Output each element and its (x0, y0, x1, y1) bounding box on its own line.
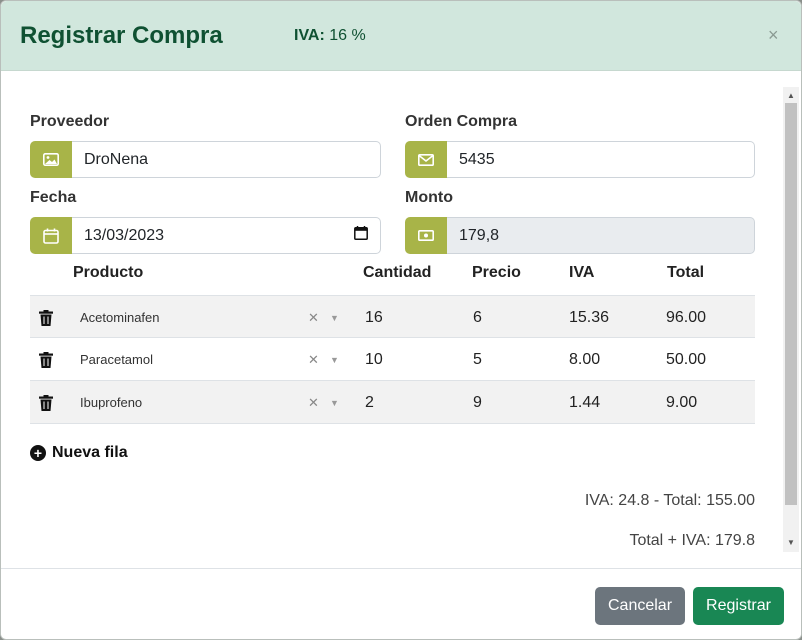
scrollbar[interactable]: ▲ ▼ (783, 87, 799, 552)
product-select-value[interactable]: Ibuprofeno (80, 381, 142, 424)
modal-footer: Cancelar Registrar (1, 568, 801, 639)
col-header-iva: IVA (569, 264, 595, 281)
register-button[interactable]: Registrar (693, 587, 784, 625)
monto-field: 179,8 (447, 217, 755, 254)
monto-input-group: 179,8 (405, 217, 755, 254)
trash-icon[interactable] (39, 381, 53, 424)
clear-selection-icon[interactable]: ✕ (308, 296, 319, 339)
iva-cell: 1.44 (569, 393, 601, 411)
iva-rate: IVA: 16 % (294, 27, 366, 45)
cantidad-cell[interactable]: 16 (365, 296, 383, 339)
orden-compra-label: Orden Compra (405, 113, 518, 130)
iva-rate-label: IVA: (294, 27, 325, 44)
cantidad-cell[interactable]: 2 (365, 381, 374, 424)
total-cell: 96.00 (666, 308, 707, 326)
col-header-cantidad: Cantidad (363, 264, 432, 281)
clear-selection-icon[interactable]: ✕ (308, 338, 319, 381)
iva-rate-value: 16 % (329, 27, 366, 44)
trash-icon[interactable] (39, 296, 53, 339)
cancel-button[interactable]: Cancelar (595, 587, 685, 625)
modal-header: Registrar Compra IVA: 16 % × (1, 1, 801, 71)
calendar-icon (30, 217, 72, 254)
product-select-value[interactable]: Acetominafen (80, 296, 160, 339)
proveedor-field[interactable]: DroNena (72, 141, 381, 178)
table-row: Acetominafen ✕ ▼ 16 6 15.36 96.00 (30, 295, 755, 338)
orden-compra-field[interactable]: 5435 (447, 141, 755, 178)
fecha-input-group: 13/03/2023 (30, 217, 381, 254)
close-button[interactable]: × (768, 26, 779, 44)
add-row-button[interactable]: + Nueva fila (30, 444, 128, 462)
plus-circle-icon: + (30, 445, 46, 461)
col-header-total: Total (667, 264, 705, 281)
monto-label: Monto (405, 189, 453, 206)
register-purchase-modal: Registrar Compra IVA: 16 % × Proveedor D… (0, 0, 802, 640)
trash-icon[interactable] (39, 338, 53, 381)
cash-icon (405, 217, 447, 254)
chevron-down-icon[interactable]: ▼ (330, 296, 339, 339)
iva-cell: 15.36 (569, 308, 610, 326)
scroll-up-arrow[interactable]: ▲ (783, 89, 799, 103)
iva-total-summary: IVA: 24.8 - Total: 155.00 (584, 492, 755, 509)
chevron-down-icon[interactable]: ▼ (330, 381, 339, 424)
col-header-producto: Producto (73, 264, 144, 281)
table-row: Paracetamol ✕ ▼ 10 5 8.00 50.00 (30, 338, 755, 381)
modal-title: Registrar Compra (20, 22, 223, 49)
product-select-value[interactable]: Paracetamol (80, 338, 153, 381)
precio-cell[interactable]: 5 (473, 338, 482, 381)
iva-cell: 8.00 (569, 350, 601, 368)
fecha-value: 13/03/2023 (84, 226, 165, 244)
clear-selection-icon[interactable]: ✕ (308, 381, 319, 424)
scroll-thumb[interactable] (785, 103, 797, 505)
total-cell: 50.00 (666, 350, 707, 368)
total-cell: 9.00 (666, 393, 698, 411)
date-picker-icon[interactable] (354, 226, 368, 245)
precio-cell[interactable]: 9 (473, 381, 482, 424)
grand-total-summary: Total + IVA: 179.8 (629, 532, 755, 549)
orden-compra-input-group: 5435 (405, 141, 755, 178)
fecha-field[interactable]: 13/03/2023 (72, 217, 381, 254)
precio-cell[interactable]: 6 (473, 296, 482, 339)
scroll-down-arrow[interactable]: ▼ (783, 536, 799, 550)
chevron-down-icon[interactable]: ▼ (330, 338, 339, 381)
image-icon (30, 141, 72, 178)
proveedor-label: Proveedor (30, 113, 110, 130)
cantidad-cell[interactable]: 10 (365, 338, 383, 381)
proveedor-input-group: DroNena (30, 141, 381, 178)
col-header-precio: Precio (472, 264, 521, 281)
table-row: Ibuprofeno ✕ ▼ 2 9 1.44 9.00 (30, 381, 755, 424)
modal-body: Proveedor DroNena Orden Compra 5435 Fech… (1, 71, 783, 568)
add-row-label: Nueva fila (52, 444, 128, 461)
envelope-icon (405, 141, 447, 178)
fecha-label: Fecha (30, 189, 77, 206)
